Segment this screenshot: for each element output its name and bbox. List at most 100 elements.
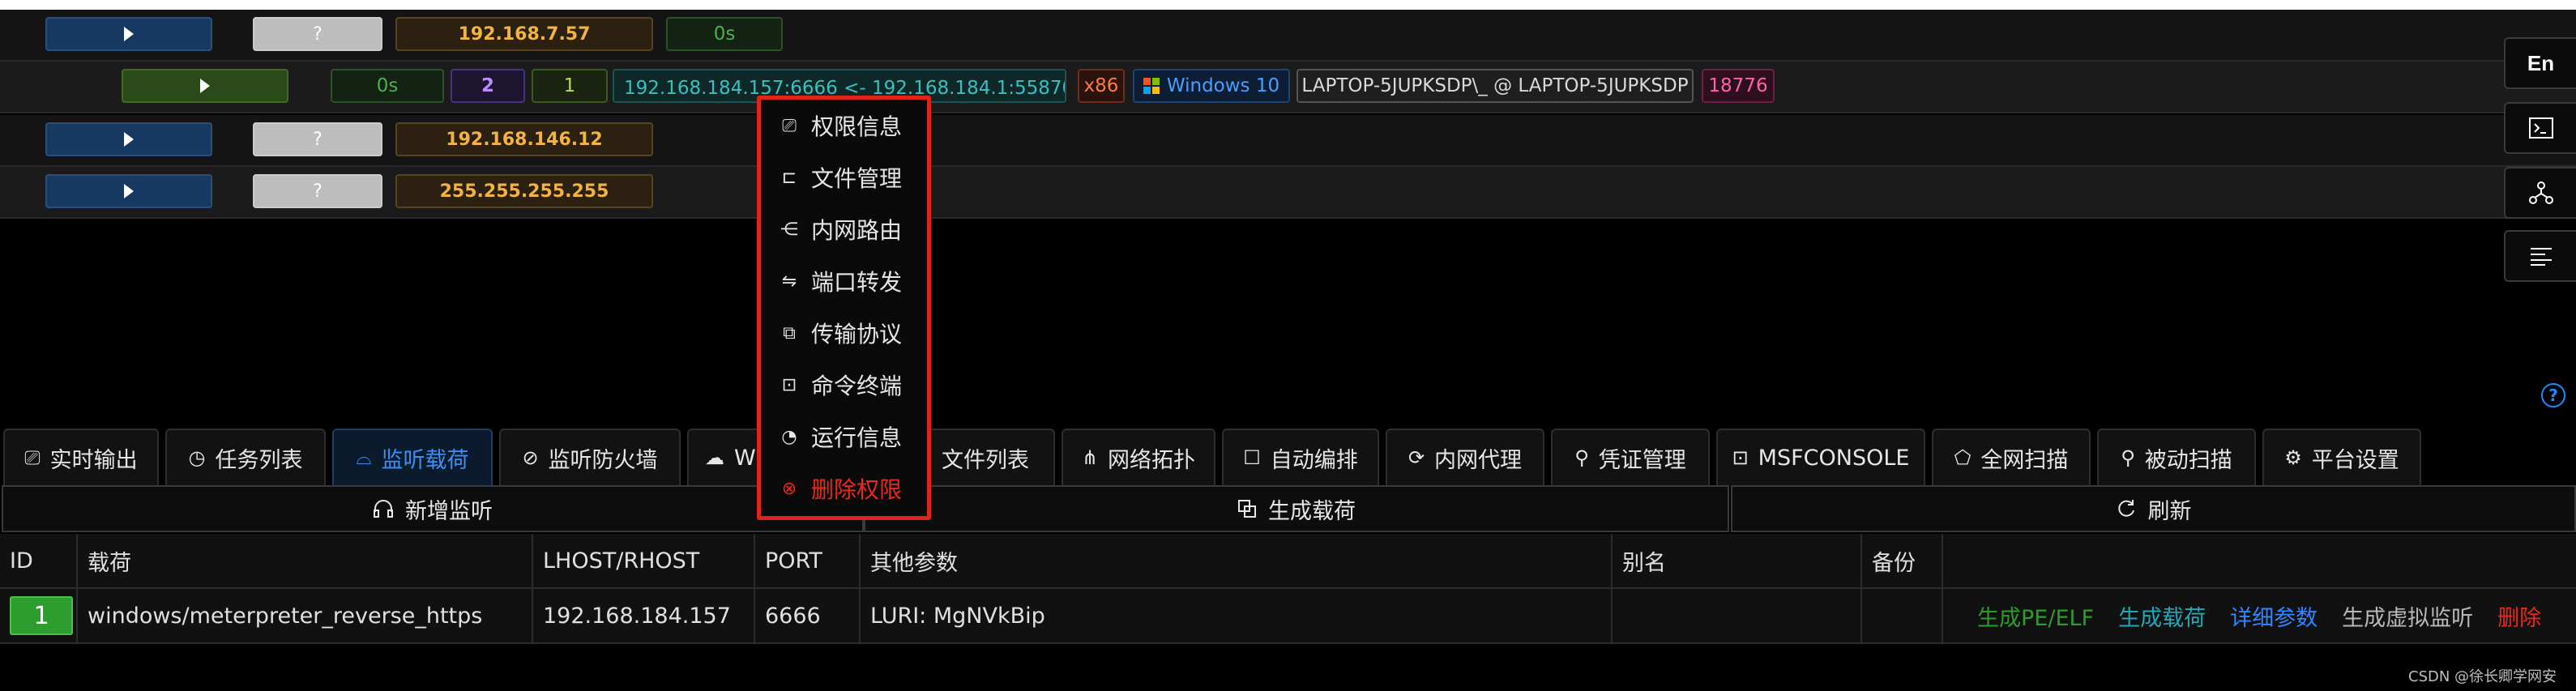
- menu-item-command-terminal[interactable]: ⊡ 命令终端: [779, 365, 902, 404]
- cell-other-params: LURI: MgNVkBip: [861, 589, 1613, 642]
- time-badge: 0s: [331, 69, 444, 103]
- listener-table: ID 载荷 LHOST/RHOST PORT 其他参数 别名 备份 1 wind…: [0, 534, 2576, 646]
- tab-network-scan[interactable]: ⬠ 全网扫描: [1932, 429, 2091, 485]
- tab-bar: ⎚ 实时输出 ◷ 任务列表 ⌓ 监听载荷 ⊘ 监听防火墙 ☁ W 文件列表 ⋔ …: [0, 429, 2576, 485]
- menu-item-transport-protocol[interactable]: ⧉ 传输协议: [779, 314, 902, 352]
- expand-button[interactable]: [45, 17, 212, 51]
- header-ops: [1943, 534, 2576, 587]
- tab-network-topology[interactable]: ⋔ 网络拓扑: [1062, 429, 1215, 485]
- new-listener-button[interactable]: 新增监听: [2, 485, 864, 532]
- topology-icon: ⋔: [1081, 446, 1099, 469]
- host-row[interactable]: ? 192.168.146.12: [0, 115, 2576, 167]
- os-name: Windows 10: [1166, 75, 1280, 96]
- virtual-listener-link[interactable]: 生成虚拟监听: [2342, 600, 2473, 632]
- generate-payload-link[interactable]: 生成载荷: [2118, 600, 2206, 632]
- generate-payload-button[interactable]: 生成载荷: [864, 485, 1729, 532]
- tab-intranet-proxy[interactable]: ⟳ 内网代理: [1386, 429, 1544, 485]
- language-toggle-button[interactable]: En: [2504, 37, 2576, 89]
- details-link[interactable]: 详细参数: [2230, 600, 2318, 632]
- id-card-icon: ⎚: [782, 115, 797, 136]
- menu-item-label: 内网路由: [811, 217, 903, 244]
- copy-icon: [1238, 500, 1256, 518]
- os-badge: Windows 10: [1133, 69, 1290, 103]
- windows-icon: [1143, 78, 1160, 94]
- id-badge: 1: [10, 596, 73, 635]
- delete-link[interactable]: 删除: [2497, 600, 2541, 632]
- header-alias: 别名: [1613, 534, 1862, 587]
- app-window: ? 192.168.7.57 0s 0s 2 1 192.168.184.157…: [0, 10, 2576, 691]
- tab-label: 内网代理: [1434, 447, 1523, 473]
- play-icon: [200, 79, 210, 93]
- tab-label: MSFCONSOLE: [1758, 445, 1910, 471]
- tab-label: 网络拓扑: [1108, 447, 1196, 473]
- expand-button[interactable]: [45, 122, 212, 156]
- menu-item-port-forward[interactable]: ⇋ 端口转发: [779, 262, 902, 301]
- host-row[interactable]: ? 255.255.255.255: [0, 167, 2576, 219]
- header-port: PORT: [755, 534, 861, 587]
- refresh-button[interactable]: 刷新: [1731, 485, 2576, 532]
- ip-badge: 192.168.7.57: [395, 17, 653, 51]
- cloud-icon: ☁: [705, 446, 724, 469]
- tab-label: 被动扫描: [2144, 447, 2232, 473]
- menu-item-label: 删除权限: [811, 476, 903, 503]
- tab-auto-orchestration[interactable]: ☐ 自动编排: [1222, 429, 1379, 485]
- cell-payload: windows/meterpreter_reverse_https: [78, 589, 533, 642]
- list-button[interactable]: [2504, 230, 2576, 282]
- button-label: 新增监听: [405, 498, 493, 524]
- block-icon: ⊘: [522, 446, 539, 469]
- menu-item-label: 文件管理: [811, 165, 903, 192]
- tab-task-list[interactable]: ◷ 任务列表: [165, 429, 326, 485]
- terminal-icon: [2528, 117, 2553, 139]
- tab-credential-management[interactable]: ⚲ 凭证管理: [1551, 429, 1710, 485]
- tab-realtime-output[interactable]: ⎚ 实时输出: [3, 429, 159, 485]
- tab-label: 平台设置: [2311, 447, 2399, 473]
- headphones-icon: [374, 500, 393, 518]
- tab-label: 凭证管理: [1598, 447, 1686, 473]
- header-id: ID: [0, 534, 78, 587]
- cell-id: 1: [0, 589, 78, 642]
- host-row[interactable]: ? 192.168.7.57 0s: [0, 10, 2576, 62]
- tab-label: 任务列表: [215, 447, 303, 473]
- headphones-icon: ⌓: [356, 446, 372, 469]
- cell-backup: [1862, 589, 1943, 642]
- menu-item-label: 端口转发: [811, 269, 903, 296]
- menu-item-runtime-info[interactable]: ◔ 运行信息: [779, 417, 902, 456]
- watermark: CSDN @徐长卿学网安: [2408, 668, 2557, 685]
- gear-icon: ⚙: [2284, 446, 2302, 469]
- tab-msfconsole[interactable]: ⊡ MSFCONSOLE: [1716, 429, 1925, 485]
- cell-port: 6666: [755, 589, 861, 642]
- header-lhost: LHOST/RHOST: [533, 534, 755, 587]
- row-actions: 生成PE/ELF 生成载荷 详细参数 生成虚拟监听 删除: [1977, 589, 2541, 642]
- help-icon[interactable]: ?: [2541, 383, 2565, 407]
- table-row[interactable]: 1 windows/meterpreter_reverse_https 192.…: [0, 589, 2576, 644]
- menu-item-intranet-route[interactable]: ⋲ 内网路由: [779, 210, 902, 249]
- terminal-icon: ⊡: [781, 374, 797, 395]
- generate-pe-elf-link[interactable]: 生成PE/ELF: [1977, 600, 2094, 632]
- menu-item-label: 传输协议: [811, 321, 903, 348]
- session-context-menu: ⎚ 权限信息 ⊏ 文件管理 ⋲ 内网路由 ⇋ 端口转发 ⧉ 传输协议 ⊡ 命令终…: [757, 96, 931, 520]
- menu-item-privilege-info[interactable]: ⎚ 权限信息: [779, 106, 902, 145]
- tab-listener-payload[interactable]: ⌓ 监听载荷: [332, 429, 493, 485]
- menu-item-delete-privilege[interactable]: ⊗ 删除权限: [779, 469, 902, 508]
- menu-item-label: 权限信息: [811, 113, 903, 140]
- session-row[interactable]: 0s 2 1 192.168.184.157:6666 <- 192.168.1…: [0, 62, 2576, 113]
- count-badge: 1: [532, 69, 608, 103]
- robot-icon: ☐: [1243, 446, 1261, 469]
- tab-label: W: [734, 445, 756, 471]
- monitor-icon: ⎚: [24, 446, 41, 469]
- tab-passive-scan[interactable]: ⚲ 被动扫描: [2097, 429, 2256, 485]
- tab-platform-settings[interactable]: ⚙ 平台设置: [2262, 429, 2421, 485]
- desktop-icon: ⊏: [781, 167, 797, 188]
- expand-button[interactable]: [45, 174, 212, 208]
- clock-icon: ◷: [188, 446, 206, 469]
- tab-listener-firewall[interactable]: ⊘ 监听防火墙: [499, 429, 681, 485]
- tab-label: 文件列表: [942, 447, 1029, 473]
- menu-item-file-management[interactable]: ⊏ 文件管理: [779, 158, 902, 197]
- expand-button[interactable]: [122, 69, 288, 103]
- time-badge: 0s: [666, 17, 783, 51]
- topology-button[interactable]: [2504, 167, 2576, 219]
- ip-badge: 192.168.146.12: [395, 122, 653, 156]
- route-icon: ⋲: [780, 219, 798, 240]
- dashboard-icon: ◔: [781, 426, 797, 447]
- terminal-button[interactable]: [2504, 102, 2576, 154]
